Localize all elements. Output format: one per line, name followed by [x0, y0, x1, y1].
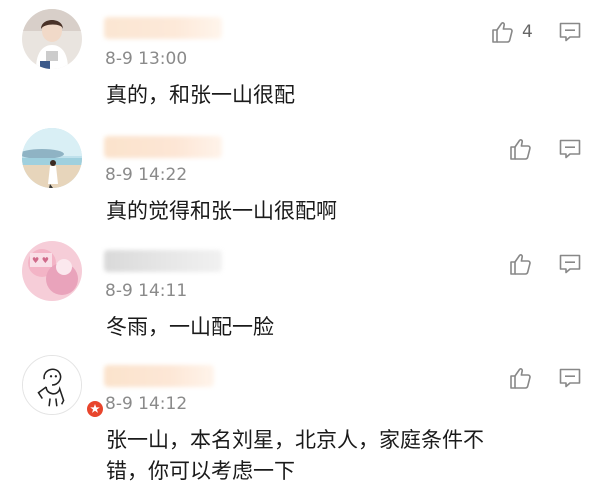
comment-text: 张一山，本名刘星，北京人，家庭条件不 错，你可以考虑一下	[106, 425, 484, 487]
avatar[interactable]	[22, 355, 105, 419]
verified-badge-icon	[85, 399, 105, 419]
like-button[interactable]	[508, 366, 540, 390]
comment-item: 8-9 14:12 张一山，本名刘星，北京人，家庭条件不 错，你可以考虑一下	[0, 0, 600, 498]
reply-button[interactable]	[558, 366, 582, 394]
avatar-image	[23, 356, 81, 414]
comment-text-line: 错，你可以考虑一下	[106, 459, 295, 483]
comment-bubble-icon	[559, 368, 581, 388]
thumbs-up-icon	[510, 368, 531, 389]
comment-text-line: 张一山，本名刘星，北京人，家庭条件不	[106, 428, 484, 452]
comment-time: 8-9 14:12	[105, 394, 188, 414]
username[interactable]	[104, 365, 214, 387]
